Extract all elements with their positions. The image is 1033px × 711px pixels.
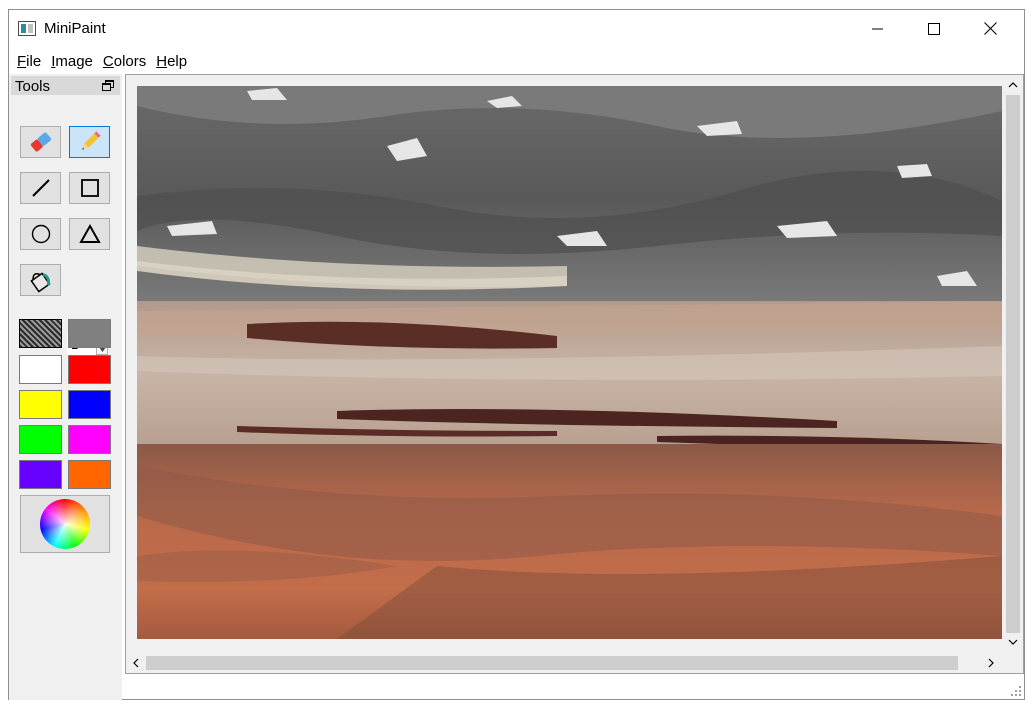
close-button[interactable] bbox=[967, 10, 1013, 47]
scroll-right-button[interactable] bbox=[982, 654, 1000, 672]
palette-color-white[interactable] bbox=[19, 355, 62, 384]
scroll-left-button[interactable] bbox=[127, 654, 145, 672]
ellipse-tool-button[interactable] bbox=[20, 218, 61, 250]
line-tool-button[interactable] bbox=[20, 172, 61, 204]
triangle-tool-button[interactable] bbox=[69, 218, 110, 250]
app-window: MiniPaint File Image Colors Help Tools bbox=[8, 9, 1025, 700]
palette-color-green[interactable] bbox=[19, 425, 62, 454]
martian-landscape-photo bbox=[137, 86, 1002, 639]
drawing-canvas[interactable] bbox=[137, 86, 1002, 639]
rectangle-icon bbox=[80, 179, 99, 197]
palette-color-orange[interactable] bbox=[68, 460, 111, 489]
color-wheel-icon bbox=[40, 499, 90, 549]
chevron-up-icon bbox=[1008, 82, 1018, 88]
chevron-left-icon bbox=[133, 658, 139, 668]
resize-grip-icon[interactable] bbox=[1009, 684, 1023, 698]
fill-tool-button[interactable] bbox=[20, 264, 61, 296]
vertical-scroll-thumb[interactable] bbox=[1006, 95, 1020, 633]
maximize-button[interactable] bbox=[911, 10, 957, 47]
tools-panel-title: Tools bbox=[15, 78, 51, 95]
color-picker-button[interactable] bbox=[20, 495, 110, 553]
palette-color-magenta[interactable] bbox=[68, 425, 111, 454]
vertical-scrollbar[interactable] bbox=[1003, 75, 1023, 653]
rectangle-tool-button[interactable] bbox=[69, 172, 110, 204]
chevron-down-icon bbox=[1008, 639, 1018, 645]
circle-icon bbox=[31, 224, 50, 244]
restore-window-icon[interactable] bbox=[102, 79, 115, 91]
close-icon bbox=[983, 22, 997, 35]
paint-bucket-icon bbox=[29, 272, 51, 293]
scroll-up-button[interactable] bbox=[1004, 76, 1022, 94]
pencil-tool-button[interactable] bbox=[69, 126, 110, 158]
horizontal-scroll-thumb[interactable] bbox=[146, 656, 958, 670]
triangle-icon bbox=[78, 223, 101, 243]
menu-image[interactable]: Image bbox=[46, 50, 98, 72]
minimize-icon bbox=[872, 28, 883, 29]
chevron-right-icon bbox=[988, 658, 994, 668]
maximize-icon bbox=[928, 22, 940, 35]
scroll-down-button[interactable] bbox=[1004, 633, 1022, 651]
tools-panel-header[interactable]: Tools bbox=[11, 76, 120, 95]
menu-file[interactable]: File bbox=[9, 50, 46, 72]
minipaint-app-icon bbox=[18, 21, 36, 36]
tools-panel: Tools bbox=[9, 74, 122, 700]
canvas-scroll-area bbox=[125, 74, 1024, 674]
palette-color-red[interactable] bbox=[68, 355, 111, 384]
window-title: MiniPaint bbox=[44, 20, 106, 37]
menu-help[interactable]: Help bbox=[151, 50, 192, 72]
line-icon bbox=[31, 179, 50, 197]
menu-colors[interactable]: Colors bbox=[98, 50, 151, 72]
palette-color-yellow[interactable] bbox=[19, 390, 62, 419]
primary-color-swatch[interactable] bbox=[19, 319, 62, 348]
menu-bar: File Image Colors Help bbox=[9, 50, 192, 72]
secondary-color-swatch[interactable] bbox=[68, 319, 111, 348]
minimize-button[interactable] bbox=[855, 10, 901, 47]
pencil-icon bbox=[81, 131, 101, 150]
palette-color-violet[interactable] bbox=[19, 460, 62, 489]
eraser-tool-button[interactable] bbox=[20, 126, 61, 158]
horizontal-scrollbar[interactable] bbox=[126, 653, 1003, 673]
title-bar[interactable]: MiniPaint bbox=[9, 10, 1024, 47]
eraser-icon bbox=[30, 132, 51, 152]
palette-color-blue[interactable] bbox=[68, 390, 111, 419]
